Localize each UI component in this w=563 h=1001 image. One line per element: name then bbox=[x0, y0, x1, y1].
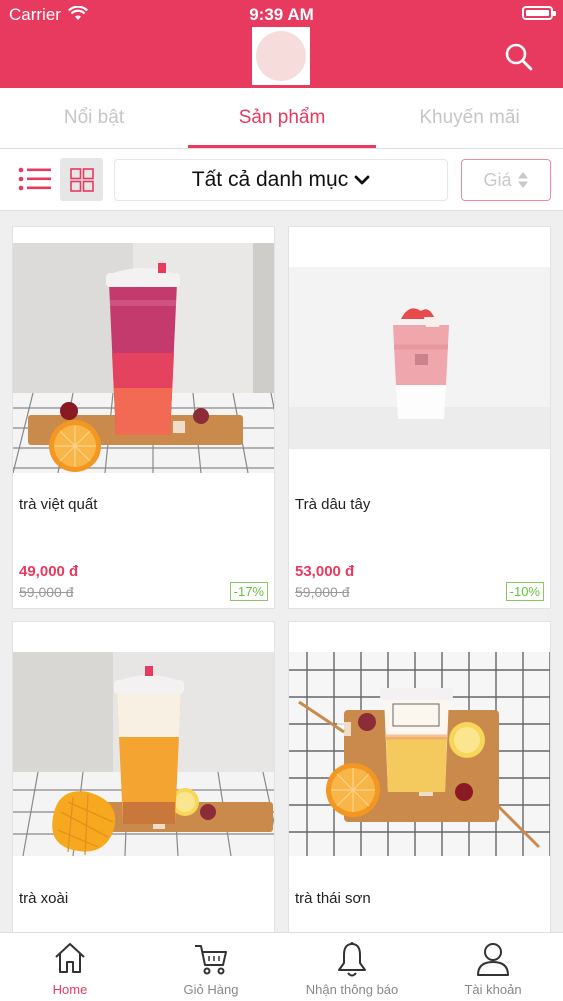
product-image bbox=[289, 652, 550, 856]
discount-badge: -17% bbox=[229, 582, 268, 601]
status-bar: Carrier 9:39 AM bbox=[0, 0, 563, 28]
tab-products[interactable]: Sản phẩm bbox=[188, 88, 376, 148]
product-name: trà việt quất bbox=[19, 496, 98, 513]
bottom-navigation: Home Giỏ Hàng Nhận thông báo Tài khoản bbox=[0, 932, 563, 1001]
brand-logo bbox=[252, 27, 310, 85]
list-view-icon[interactable] bbox=[18, 167, 52, 193]
tab-bar: Nổi bật Sản phẩm Khuyến mãi bbox=[0, 88, 563, 149]
tab-featured[interactable]: Nổi bật bbox=[0, 88, 188, 148]
clock: 9:39 AM bbox=[249, 5, 314, 24]
product-name: trà thái sơn bbox=[295, 890, 371, 907]
nav-account-label: Tài khoản bbox=[464, 982, 522, 997]
logo-mark bbox=[256, 31, 306, 81]
product-price: 49,000 đ bbox=[19, 563, 79, 580]
product-image bbox=[289, 267, 550, 449]
nav-cart[interactable]: Giỏ Hàng bbox=[141, 933, 281, 1001]
category-dropdown[interactable]: Tất cả danh mục bbox=[114, 159, 448, 201]
grid-view-button[interactable] bbox=[60, 158, 103, 201]
sort-icon bbox=[517, 172, 528, 188]
product-card[interactable]: Trà dâu tây 53,000 đ 59,000 đ -10% bbox=[288, 226, 551, 609]
tab-promotions[interactable]: Khuyến mãi bbox=[376, 88, 563, 148]
product-name: Trà dâu tây bbox=[295, 496, 371, 513]
user-icon bbox=[477, 943, 509, 976]
home-icon bbox=[55, 943, 85, 973]
battery-icon bbox=[522, 6, 556, 20]
nav-account[interactable]: Tài khoản bbox=[423, 933, 563, 1001]
bell-icon bbox=[338, 942, 366, 977]
category-dropdown-label: Tất cả danh mục bbox=[191, 168, 349, 191]
active-tab-indicator bbox=[188, 145, 376, 148]
product-card[interactable]: trà thái sơn bbox=[288, 621, 551, 951]
price-sort-label: Giá bbox=[483, 169, 512, 190]
product-image bbox=[13, 652, 274, 856]
price-sort-button[interactable]: Giá bbox=[461, 159, 551, 201]
product-old-price: 59,000 đ bbox=[19, 584, 74, 600]
nav-notifications-label: Nhận thông báo bbox=[305, 982, 399, 997]
product-name: trà xoài bbox=[19, 890, 69, 907]
discount-badge: -10% bbox=[505, 582, 544, 601]
product-card[interactable]: trà xoài bbox=[12, 621, 275, 951]
nav-home[interactable]: Home bbox=[0, 933, 140, 1001]
search-icon[interactable] bbox=[504, 42, 534, 72]
chevron-down-icon bbox=[354, 175, 370, 184]
nav-home-label: Home bbox=[52, 982, 88, 997]
product-price: 53,000 đ bbox=[295, 563, 355, 580]
cart-icon bbox=[195, 945, 227, 975]
product-old-price: 59,000 đ bbox=[295, 584, 350, 600]
product-image bbox=[13, 243, 274, 473]
product-card[interactable]: trà việt quất 49,000 đ 59,000 đ -17% bbox=[12, 226, 275, 609]
nav-cart-label: Giỏ Hàng bbox=[183, 982, 239, 997]
grid-view-icon bbox=[69, 167, 94, 192]
nav-notifications[interactable]: Nhận thông báo bbox=[282, 933, 422, 1001]
